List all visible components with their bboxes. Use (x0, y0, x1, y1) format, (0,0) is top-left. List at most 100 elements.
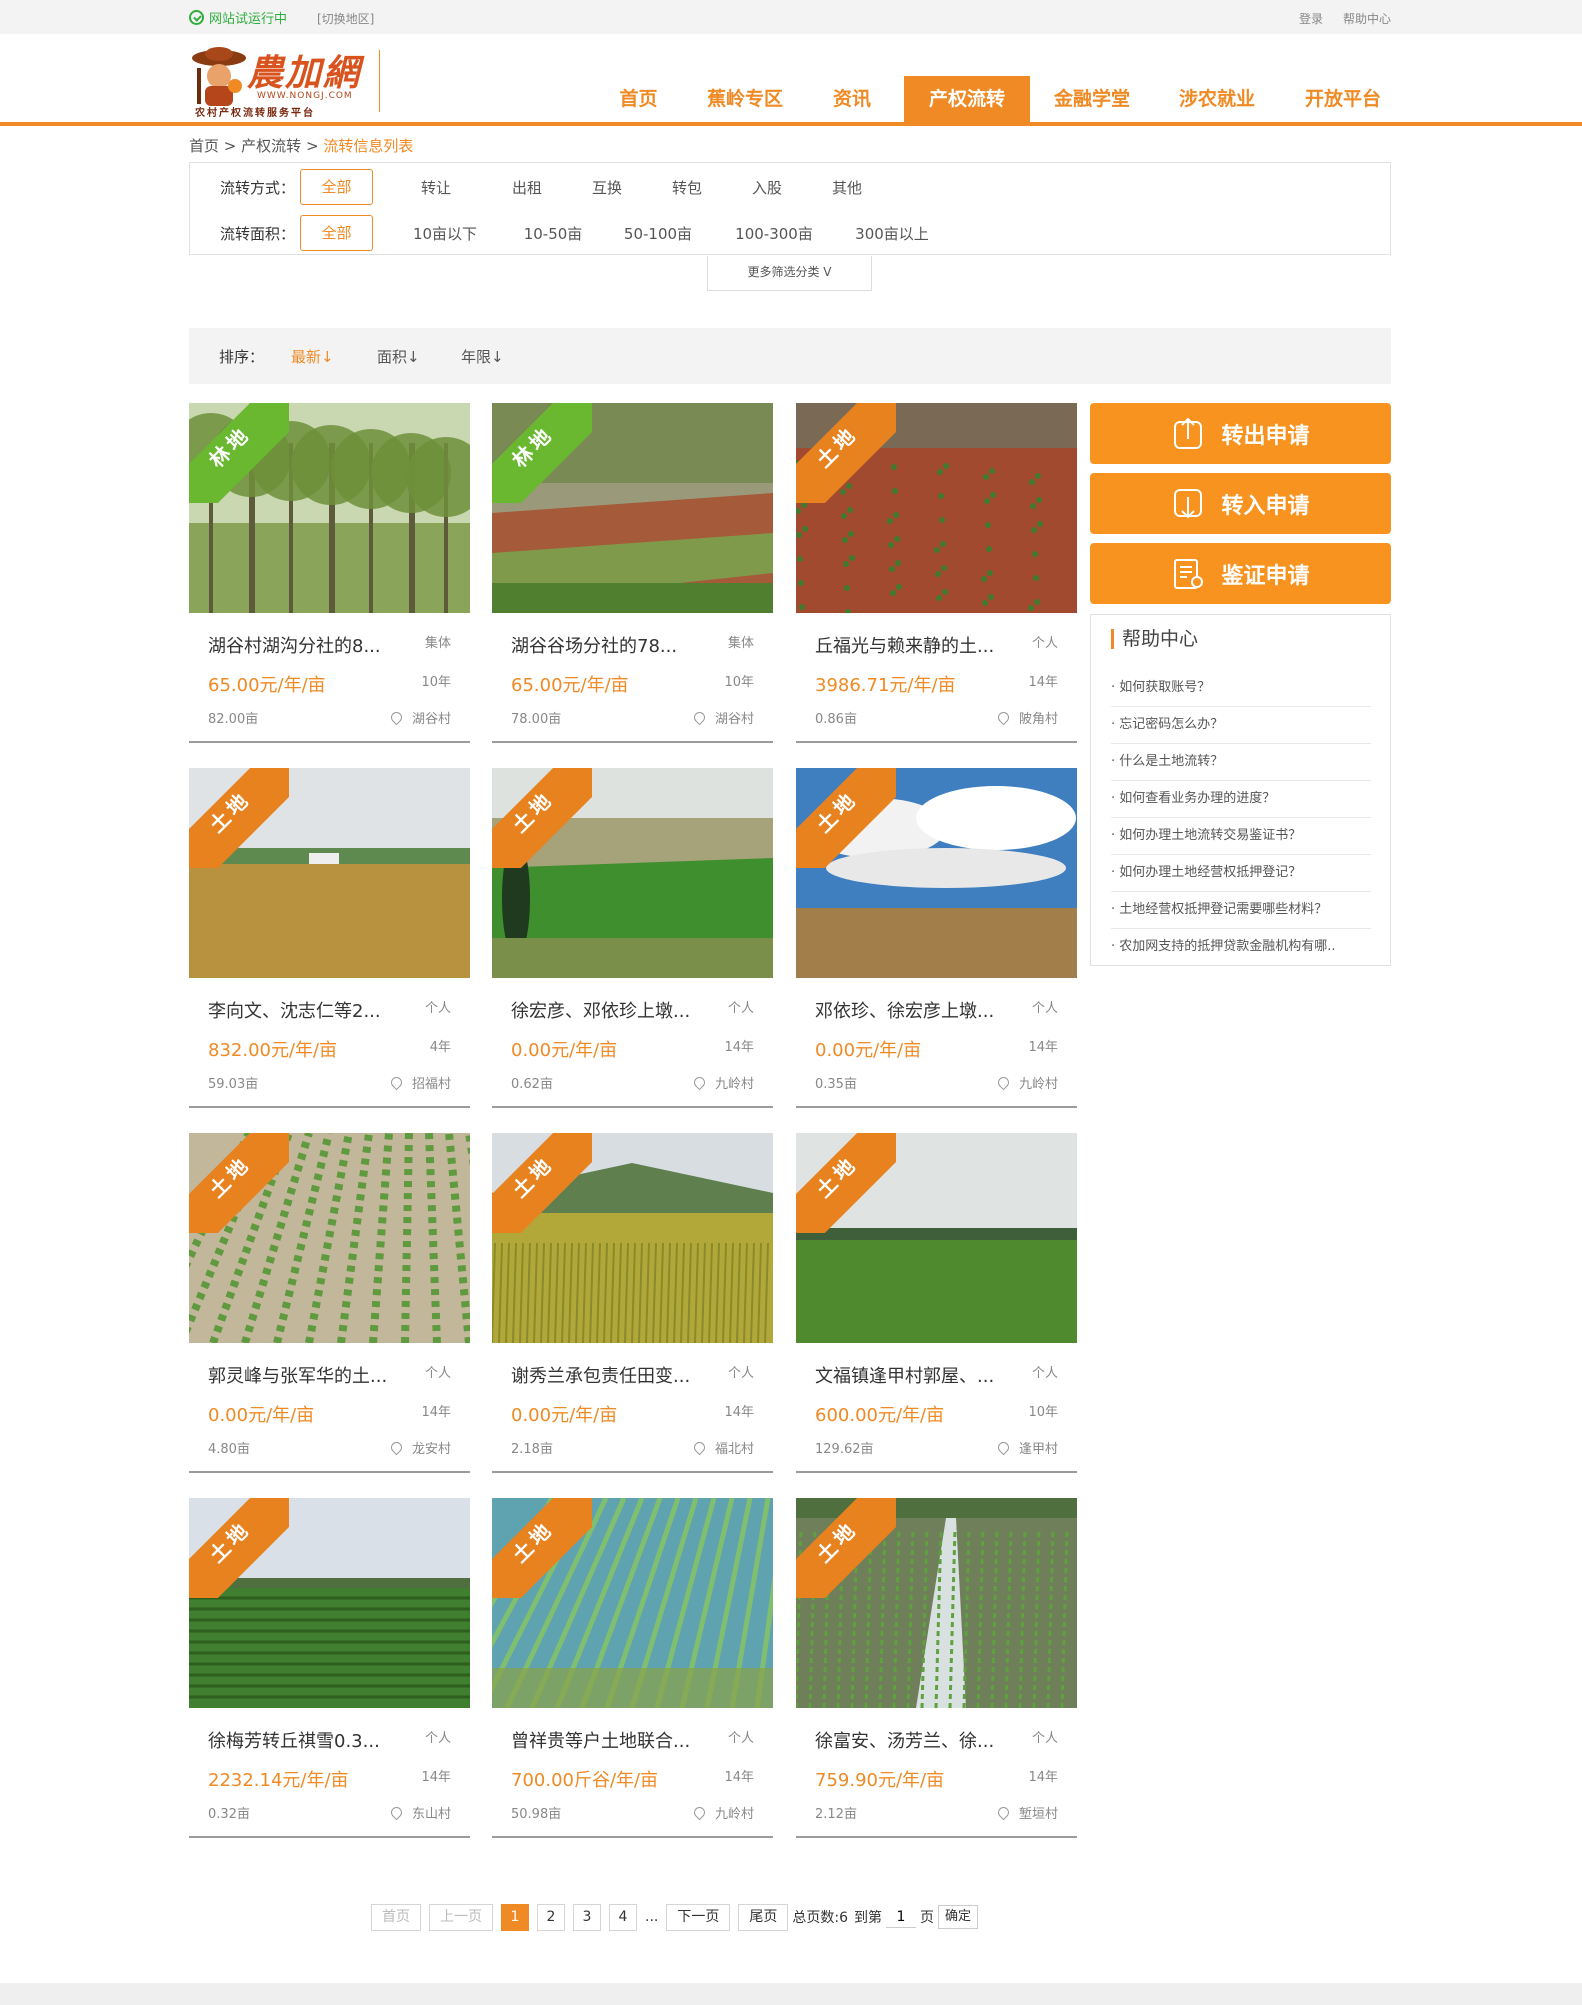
location-pin-icon (995, 709, 1012, 726)
help-item[interactable]: · 如何办理土地流转交易鉴证书？ (1111, 818, 1371, 855)
first-page-button[interactable]: 首页 (371, 1903, 421, 1931)
filter-row-method: 流转方式： 全部 转让 出租 互换 转包 入股 其他 (220, 169, 887, 205)
help-item[interactable]: · 如何查看业务办理的进度？ (1111, 781, 1371, 818)
listing-photo[interactable]: 土地 (796, 403, 1077, 613)
listing-photo[interactable]: 土地 (492, 1498, 773, 1708)
listing-photo[interactable]: 土地 (796, 1133, 1077, 1343)
filter-method-other[interactable]: 其他 (807, 177, 887, 198)
switch-region-link[interactable]: [切换地区] (317, 10, 374, 27)
help-item[interactable]: · 什么是土地流转？ (1111, 744, 1371, 781)
page-2-button[interactable]: 2 (537, 1903, 565, 1931)
listing-photo[interactable]: 土地 (796, 768, 1077, 978)
sort-latest[interactable]: 最新↓ (291, 346, 334, 367)
certification-button[interactable]: 鉴证申请 (1090, 543, 1391, 604)
listing-title[interactable]: 邓依珍、徐宏彦上墩... (815, 997, 1005, 1023)
logo-url: WWW.NONGJ.COM (257, 91, 353, 101)
listing-title[interactable]: 徐富安、汤芳兰、徐... (815, 1727, 1005, 1753)
prev-page-button[interactable]: 上一页 (429, 1903, 493, 1931)
listing-photo[interactable]: 土地 (492, 768, 773, 978)
total-pages: 总页数:6 (792, 1910, 848, 1926)
last-page-button[interactable]: 尾页 (738, 1903, 789, 1931)
listing-card[interactable]: 土地 邓依珍、徐宏彦上墩... 个人 0.00元/年/亩 14年 0.35亩 九… (796, 768, 1077, 1108)
goto-page-input[interactable] (885, 1906, 916, 1928)
filter-method-all[interactable]: 全部 (300, 169, 373, 205)
site-logo[interactable]: 農加網 WWW.NONGJ.COM 农村产权流转服务平台 (189, 42, 380, 120)
page-3-button[interactable]: 3 (573, 1903, 601, 1931)
more-filters-button[interactable]: 更多筛选分类 V (707, 256, 872, 291)
filter-method-transfer[interactable]: 转让 (385, 177, 487, 198)
filter-method-swap[interactable]: 互换 (567, 177, 647, 198)
listing-area: 0.35亩 (815, 1077, 857, 1092)
listing-card[interactable]: 土地 谢秀兰承包责任田变... 个人 0.00元/年/亩 14年 2.18亩 福… (492, 1133, 773, 1473)
filter-area-over300[interactable]: 300亩以上 (833, 223, 951, 244)
help-item[interactable]: · 忘记密码怎么办？ (1111, 707, 1371, 744)
listing-photo[interactable]: 林地 (492, 403, 773, 613)
filter-method-sublease[interactable]: 转包 (647, 177, 727, 198)
listing-card[interactable]: 土地 文福镇逢甲村郭屋、... 个人 600.00元/年/亩 10年 129.6… (796, 1133, 1077, 1473)
location-pin-icon (388, 1804, 405, 1821)
listing-title[interactable]: 李向文、沈志仁等2... (208, 997, 398, 1023)
listing-photo[interactable]: 土地 (189, 1498, 470, 1708)
listing-title[interactable]: 郭灵峰与张军华的土... (208, 1362, 398, 1388)
nav-news[interactable]: 资讯 (800, 76, 904, 122)
listing-title[interactable]: 丘福光与赖来静的土... (815, 632, 1005, 658)
nav-employment[interactable]: 涉农就业 (1154, 76, 1280, 122)
listing-title[interactable]: 谢秀兰承包责任田变... (511, 1362, 701, 1388)
listing-title[interactable]: 徐宏彦、邓依珍上墩... (511, 997, 701, 1023)
listing-card[interactable]: 土地 徐富安、汤芳兰、徐... 个人 759.90元/年/亩 14年 2.12亩… (796, 1498, 1077, 1838)
help-item[interactable]: · 如何获取账号？ (1111, 670, 1371, 707)
filter-area-100-300[interactable]: 100-300亩 (715, 223, 833, 244)
filter-area-all[interactable]: 全部 (300, 215, 373, 251)
goto-confirm-button[interactable]: 确定 (937, 1905, 978, 1929)
transfer-in-button[interactable]: 转入申请 (1090, 473, 1391, 534)
listing-photo[interactable]: 土地 (796, 1498, 1077, 1708)
location-pin-icon (388, 709, 405, 726)
upload-icon (1174, 417, 1203, 449)
filter-method-shares[interactable]: 入股 (727, 177, 807, 198)
help-item[interactable]: · 土地经营权抵押登记需要哪些材料？ (1111, 892, 1371, 929)
listing-photo[interactable]: 土地 (189, 768, 470, 978)
listing-title[interactable]: 湖谷村湖沟分社的8... (208, 632, 398, 658)
help-item[interactable]: · 农加网支持的抵押贷款金融机构有哪.. (1111, 929, 1371, 966)
page-4-button[interactable]: 4 (609, 1903, 637, 1931)
listing-card[interactable]: 土地 曾祥贵等户土地联合... 个人 700.00斤谷/年/亩 14年 50.9… (492, 1498, 773, 1838)
nav-open-platform[interactable]: 开放平台 (1280, 76, 1406, 122)
listing-photo[interactable]: 土地 (492, 1133, 773, 1343)
sort-area[interactable]: 面积↓ (377, 346, 420, 367)
filter-area-10-50[interactable]: 10-50亩 (505, 223, 601, 244)
filter-method-lease[interactable]: 出租 (487, 177, 567, 198)
listing-photo[interactable]: 林地 (189, 403, 470, 613)
listing-title[interactable]: 曾祥贵等户土地联合... (511, 1727, 701, 1753)
logo-divider (379, 50, 380, 112)
listing-title[interactable]: 湖谷谷场分社的78... (511, 632, 701, 658)
login-link[interactable]: 登录 (1299, 10, 1323, 27)
listing-card[interactable]: 土地 徐宏彦、邓依珍上墩... 个人 0.00元/年/亩 14年 0.62亩 九… (492, 768, 773, 1108)
listing-title[interactable]: 徐梅芳转丘祺雪0.3... (208, 1727, 398, 1753)
sort-years[interactable]: 年限↓ (461, 346, 504, 367)
listing-card[interactable]: 林地 湖谷谷场分社的78... 集体 65.00元/年/亩 10年 78.00亩… (492, 403, 773, 743)
listing-card[interactable]: 土地 李向文、沈志仁等2... 个人 832.00元/年/亩 4年 59.03亩… (189, 768, 470, 1108)
listing-title[interactable]: 文福镇逢甲村郭屋、... (815, 1362, 1005, 1388)
breadcrumb-home[interactable]: 首页 (189, 137, 219, 155)
page-1-button[interactable]: 1 (501, 1903, 529, 1931)
help-center-link[interactable]: 帮助中心 (1343, 10, 1391, 27)
listing-village: 堑垣村 (995, 1803, 1058, 1822)
filter-area-under10[interactable]: 10亩以下 (385, 223, 505, 244)
next-page-button[interactable]: 下一页 (666, 1903, 731, 1931)
listing-village: 九岭村 (691, 1803, 754, 1822)
help-item[interactable]: · 如何办理土地经营权抵押登记？ (1111, 855, 1371, 892)
listing-card[interactable]: 土地 丘福光与赖来静的土... 个人 3986.71元/年/亩 14年 0.86… (796, 403, 1077, 743)
nav-home[interactable]: 首页 (587, 76, 690, 122)
listing-card[interactable]: 土地 徐梅芳转丘祺雪0.3... 个人 2232.14元/年/亩 14年 0.3… (189, 1498, 470, 1838)
filter-area-50-100[interactable]: 50-100亩 (601, 223, 715, 244)
listing-village-name: 湖谷村 (714, 712, 754, 727)
nav-finance[interactable]: 金融学堂 (1030, 76, 1154, 122)
transfer-out-button[interactable]: 转出申请 (1090, 403, 1391, 464)
nav-property-transfer[interactable]: 产权流转 (904, 76, 1030, 122)
breadcrumb-property[interactable]: 产权流转 (241, 137, 301, 155)
listing-photo[interactable]: 土地 (189, 1133, 470, 1343)
nav-jiaoling[interactable]: 蕉岭专区 (690, 76, 800, 122)
listing-card[interactable]: 林地 湖谷村湖沟分社的8... 集体 65.00元/年/亩 10年 82.00亩… (189, 403, 470, 743)
listing-card[interactable]: 土地 郭灵峰与张军华的土... 个人 0.00元/年/亩 14年 4.80亩 龙… (189, 1133, 470, 1473)
listing-owner: 个人 (727, 1001, 754, 1016)
